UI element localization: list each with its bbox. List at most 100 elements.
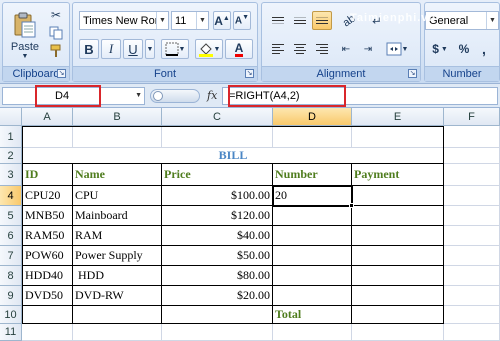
currency-button[interactable]: $ ▼ (427, 39, 453, 59)
underline-button[interactable]: U (123, 39, 143, 59)
item-number[interactable] (273, 206, 352, 226)
item-price[interactable]: $80.00 (162, 266, 273, 286)
increase-indent-button[interactable]: ⇥ (358, 39, 378, 59)
cell-f11[interactable] (444, 324, 500, 341)
font-color-button[interactable]: A (225, 39, 253, 59)
total-value[interactable] (352, 306, 444, 324)
item-id[interactable]: DVD50 (22, 286, 73, 306)
cell-f6[interactable] (444, 226, 500, 246)
cell-f2[interactable] (444, 148, 500, 164)
font-size-select[interactable]: 11 ▼ (171, 11, 209, 30)
row-header[interactable]: 3 (0, 164, 22, 186)
item-payment[interactable] (352, 206, 444, 226)
item-name[interactable]: CPU (73, 186, 162, 206)
column-header-a[interactable]: A (22, 108, 73, 126)
cell-f7[interactable] (444, 246, 500, 266)
row-header[interactable]: 9 (0, 286, 22, 306)
cut-button[interactable]: ✂ (47, 7, 65, 23)
item-number[interactable] (273, 266, 352, 286)
italic-button[interactable]: I (101, 39, 121, 59)
align-right-button[interactable] (312, 39, 332, 59)
cell-a11[interactable] (22, 324, 73, 341)
header-id[interactable]: ID (22, 164, 73, 186)
row-header[interactable]: 7 (0, 246, 22, 266)
item-name[interactable]: Mainboard (73, 206, 162, 226)
row-header[interactable]: 8 (0, 266, 22, 286)
cell-d11[interactable] (273, 324, 352, 341)
cell-a10[interactable] (22, 306, 73, 324)
dialog-launcher-icon[interactable]: ↘ (408, 69, 417, 78)
cell-f10[interactable] (444, 306, 500, 324)
cell-f8[interactable] (444, 266, 500, 286)
column-header-e[interactable]: E (352, 108, 444, 126)
header-price[interactable]: Price (162, 164, 273, 186)
formula-bar-splitter[interactable] (150, 89, 200, 103)
row-header[interactable]: 10 (0, 306, 22, 324)
font-family-select[interactable]: Times New Rom ▼ (79, 11, 169, 30)
item-price[interactable]: $40.00 (162, 226, 273, 246)
top-align-button[interactable] (268, 11, 288, 30)
cell-e11[interactable] (352, 324, 444, 341)
item-price[interactable]: $20.00 (162, 286, 273, 306)
bold-button[interactable]: B (79, 39, 99, 59)
bill-title[interactable]: BILL (22, 126, 444, 164)
cell-c10[interactable] (162, 306, 273, 324)
dialog-launcher-icon[interactable]: ↘ (57, 69, 66, 78)
insert-function-button[interactable]: fx (207, 89, 217, 102)
item-price[interactable]: $100.00 (162, 186, 273, 206)
row-header[interactable]: 5 (0, 206, 22, 226)
bottom-align-button[interactable] (312, 11, 332, 30)
row-header[interactable]: 4 (0, 186, 22, 206)
comma-button[interactable]: , (475, 39, 493, 59)
item-number[interactable] (273, 246, 352, 266)
row-header[interactable]: 6 (0, 226, 22, 246)
item-id[interactable]: HDD40 (22, 266, 73, 286)
borders-button[interactable]: ▼ (161, 39, 189, 59)
worksheet-grid[interactable]: A B C D E F 1 2 3 4 5 6 7 8 9 10 11 BILL… (0, 108, 500, 341)
item-number[interactable] (273, 226, 352, 246)
align-left-button[interactable] (268, 39, 288, 59)
item-id[interactable]: RAM50 (22, 226, 73, 246)
paste-button[interactable]: Paste ▼ (7, 7, 43, 63)
item-name[interactable]: Power Supply (73, 246, 162, 266)
item-name[interactable]: HDD (73, 266, 162, 286)
cell-f5[interactable] (444, 206, 500, 226)
row-header[interactable]: 2 (0, 148, 22, 164)
header-payment[interactable]: Payment (352, 164, 444, 186)
percent-button[interactable]: % (455, 39, 473, 59)
shrink-font-button[interactable]: A▼ (233, 11, 251, 30)
cell-b11[interactable] (73, 324, 162, 341)
cell-b10[interactable] (73, 306, 162, 324)
item-name[interactable]: RAM (73, 226, 162, 246)
item-payment[interactable] (352, 286, 444, 306)
item-price[interactable]: $50.00 (162, 246, 273, 266)
column-header-c[interactable]: C (162, 108, 273, 126)
decrease-indent-button[interactable]: ⇤ (336, 39, 356, 59)
underline-dropdown[interactable]: ▼ (145, 39, 155, 59)
copy-button[interactable] (47, 25, 65, 41)
column-header-d[interactable]: D (273, 108, 352, 126)
item-id[interactable]: POW60 (22, 246, 73, 266)
cell-c11[interactable] (162, 324, 273, 341)
header-name[interactable]: Name (73, 164, 162, 186)
grow-font-button[interactable]: A▲ (213, 11, 231, 30)
row-header[interactable]: 11 (0, 324, 22, 341)
cell-f4[interactable] (444, 186, 500, 206)
align-center-button[interactable] (290, 39, 310, 59)
cell-f3[interactable] (444, 164, 500, 186)
item-price[interactable]: $120.00 (162, 206, 273, 226)
cell-f1[interactable] (444, 126, 500, 148)
cell-f9[interactable] (444, 286, 500, 306)
column-header-f[interactable]: F (444, 108, 500, 126)
total-label[interactable]: Total (273, 306, 352, 324)
fill-handle[interactable] (349, 203, 354, 208)
item-id[interactable]: CPU20 (22, 186, 73, 206)
merge-center-button[interactable]: ▼ (382, 39, 412, 59)
item-payment[interactable] (352, 186, 444, 206)
row-header[interactable]: 1 (0, 126, 22, 148)
header-number[interactable]: Number (273, 164, 352, 186)
item-payment[interactable] (352, 246, 444, 266)
dialog-launcher-icon[interactable]: ↘ (245, 69, 254, 78)
format-painter-button[interactable] (47, 43, 65, 59)
middle-align-button[interactable] (290, 11, 310, 30)
